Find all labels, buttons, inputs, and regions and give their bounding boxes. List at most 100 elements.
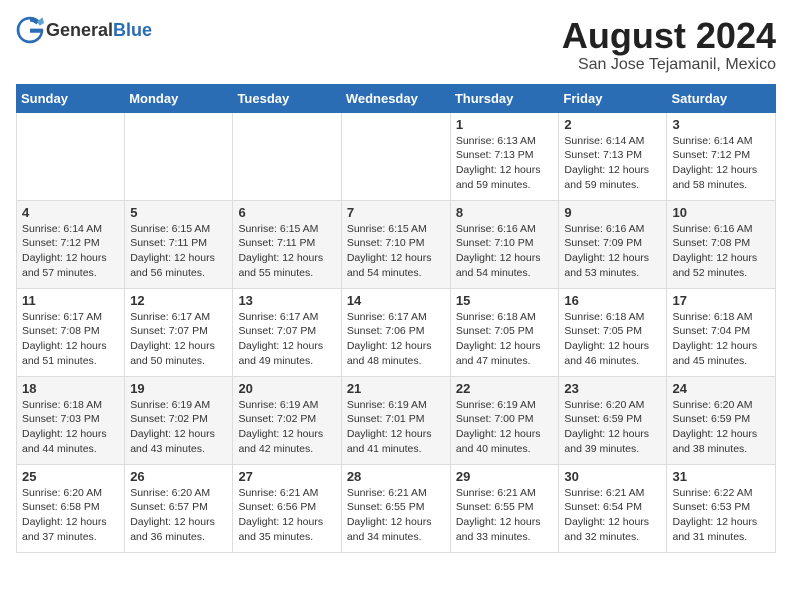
day-number: 9 — [564, 205, 661, 220]
day-info: Sunrise: 6:19 AM Sunset: 7:02 PM Dayligh… — [130, 398, 227, 457]
table-row: 1 Sunrise: 6:13 AM Sunset: 7:13 PM Daylig… — [450, 112, 559, 200]
day-info: Sunrise: 6:15 AM Sunset: 7:11 PM Dayligh… — [130, 222, 227, 281]
table-row: 11 Sunrise: 6:17 AM Sunset: 7:08 PM Dayli… — [17, 288, 125, 376]
day-info: Sunrise: 6:18 AM Sunset: 7:05 PM Dayligh… — [564, 310, 661, 369]
day-number: 15 — [456, 293, 554, 308]
table-row — [341, 112, 450, 200]
logo-blue: Blue — [113, 20, 152, 40]
day-number: 12 — [130, 293, 227, 308]
table-row: 23 Sunrise: 6:20 AM Sunset: 6:59 PM Dayli… — [559, 376, 667, 464]
table-row: 7 Sunrise: 6:15 AM Sunset: 7:10 PM Daylig… — [341, 200, 450, 288]
table-row: 22 Sunrise: 6:19 AM Sunset: 7:00 PM Dayli… — [450, 376, 559, 464]
day-number: 27 — [238, 469, 335, 484]
day-info: Sunrise: 6:13 AM Sunset: 7:13 PM Dayligh… — [456, 134, 554, 193]
day-number: 5 — [130, 205, 227, 220]
day-number: 3 — [672, 117, 770, 132]
calendar-week-row: 11 Sunrise: 6:17 AM Sunset: 7:08 PM Dayli… — [17, 288, 776, 376]
table-row: 29 Sunrise: 6:21 AM Sunset: 6:55 PM Dayli… — [450, 464, 559, 552]
day-info: Sunrise: 6:16 AM Sunset: 7:09 PM Dayligh… — [564, 222, 661, 281]
table-row — [233, 112, 341, 200]
table-row — [17, 112, 125, 200]
calendar-subtitle: San Jose Tejamanil, Mexico — [562, 56, 776, 74]
day-info: Sunrise: 6:20 AM Sunset: 6:59 PM Dayligh… — [564, 398, 661, 457]
day-number: 22 — [456, 381, 554, 396]
table-row: 31Sunrise: 6:22 AM Sunset: 6:53 PM Dayli… — [667, 464, 776, 552]
table-row: 6 Sunrise: 6:15 AM Sunset: 7:11 PM Daylig… — [233, 200, 341, 288]
table-row: 12Sunrise: 6:17 AM Sunset: 7:07 PM Dayli… — [125, 288, 233, 376]
day-number: 17 — [672, 293, 770, 308]
day-number: 28 — [347, 469, 445, 484]
table-row: 30Sunrise: 6:21 AM Sunset: 6:54 PM Dayli… — [559, 464, 667, 552]
day-info: Sunrise: 6:17 AM Sunset: 7:06 PM Dayligh… — [347, 310, 445, 369]
logo-general: General — [46, 20, 113, 40]
day-info: Sunrise: 6:16 AM Sunset: 7:10 PM Dayligh… — [456, 222, 554, 281]
day-info: Sunrise: 6:17 AM Sunset: 7:08 PM Dayligh… — [22, 310, 119, 369]
table-row: 18Sunrise: 6:18 AM Sunset: 7:03 PM Dayli… — [17, 376, 125, 464]
day-number: 31 — [672, 469, 770, 484]
header-tuesday: Tuesday — [233, 84, 341, 112]
day-info: Sunrise: 6:15 AM Sunset: 7:11 PM Dayligh… — [238, 222, 335, 281]
table-row: 20 Sunrise: 6:19 AM Sunset: 7:02 PM Dayli… — [233, 376, 341, 464]
calendar-week-row: 4Sunrise: 6:14 AM Sunset: 7:12 PM Daylig… — [17, 200, 776, 288]
calendar-table: Sunday Monday Tuesday Wednesday Thursday… — [16, 84, 776, 553]
day-info: Sunrise: 6:16 AM Sunset: 7:08 PM Dayligh… — [672, 222, 770, 281]
calendar-week-row: 25 Sunrise: 6:20 AM Sunset: 6:58 PM Dayli… — [17, 464, 776, 552]
title-block: August 2024 San Jose Tejamanil, Mexico — [562, 16, 776, 74]
day-number: 16 — [564, 293, 661, 308]
calendar-header-row: Sunday Monday Tuesday Wednesday Thursday… — [17, 84, 776, 112]
day-info: Sunrise: 6:19 AM Sunset: 7:00 PM Dayligh… — [456, 398, 554, 457]
calendar-week-row: 18Sunrise: 6:18 AM Sunset: 7:03 PM Dayli… — [17, 376, 776, 464]
table-row: 8 Sunrise: 6:16 AM Sunset: 7:10 PM Daylig… — [450, 200, 559, 288]
day-number: 10 — [672, 205, 770, 220]
table-row: 14 Sunrise: 6:17 AM Sunset: 7:06 PM Dayli… — [341, 288, 450, 376]
day-info: Sunrise: 6:18 AM Sunset: 7:04 PM Dayligh… — [672, 310, 770, 369]
table-row: 25 Sunrise: 6:20 AM Sunset: 6:58 PM Dayli… — [17, 464, 125, 552]
table-row: 19 Sunrise: 6:19 AM Sunset: 7:02 PM Dayli… — [125, 376, 233, 464]
day-info: Sunrise: 6:21 AM Sunset: 6:56 PM Dayligh… — [238, 486, 335, 545]
day-info: Sunrise: 6:14 AM Sunset: 7:12 PM Dayligh… — [672, 134, 770, 193]
day-info: Sunrise: 6:18 AM Sunset: 7:05 PM Dayligh… — [456, 310, 554, 369]
day-info: Sunrise: 6:15 AM Sunset: 7:10 PM Dayligh… — [347, 222, 445, 281]
day-info: Sunrise: 6:20 AM Sunset: 6:57 PM Dayligh… — [130, 486, 227, 545]
day-number: 7 — [347, 205, 445, 220]
header-friday: Friday — [559, 84, 667, 112]
table-row: 24 Sunrise: 6:20 AM Sunset: 6:59 PM Dayli… — [667, 376, 776, 464]
day-info: Sunrise: 6:14 AM Sunset: 7:12 PM Dayligh… — [22, 222, 119, 281]
day-info: Sunrise: 6:18 AM Sunset: 7:03 PM Dayligh… — [22, 398, 119, 457]
day-number: 19 — [130, 381, 227, 396]
day-number: 25 — [22, 469, 119, 484]
day-number: 24 — [672, 381, 770, 396]
page-header: GeneralBlue August 2024 San Jose Tejaman… — [16, 16, 776, 74]
table-row: 5 Sunrise: 6:15 AM Sunset: 7:11 PM Daylig… — [125, 200, 233, 288]
day-number: 14 — [347, 293, 445, 308]
day-info: Sunrise: 6:19 AM Sunset: 7:01 PM Dayligh… — [347, 398, 445, 457]
day-info: Sunrise: 6:19 AM Sunset: 7:02 PM Dayligh… — [238, 398, 335, 457]
day-number: 11 — [22, 293, 119, 308]
day-info: Sunrise: 6:17 AM Sunset: 7:07 PM Dayligh… — [238, 310, 335, 369]
logo-icon — [16, 16, 44, 44]
table-row: 17 Sunrise: 6:18 AM Sunset: 7:04 PM Dayli… — [667, 288, 776, 376]
logo-text: GeneralBlue — [46, 20, 152, 41]
day-info: Sunrise: 6:21 AM Sunset: 6:55 PM Dayligh… — [456, 486, 554, 545]
day-number: 6 — [238, 205, 335, 220]
day-info: Sunrise: 6:21 AM Sunset: 6:54 PM Dayligh… — [564, 486, 661, 545]
day-number: 26 — [130, 469, 227, 484]
logo: GeneralBlue — [16, 16, 152, 44]
day-number: 13 — [238, 293, 335, 308]
day-number: 29 — [456, 469, 554, 484]
table-row: 2Sunrise: 6:14 AM Sunset: 7:13 PM Daylig… — [559, 112, 667, 200]
table-row: 27 Sunrise: 6:21 AM Sunset: 6:56 PM Dayli… — [233, 464, 341, 552]
table-row: 21Sunrise: 6:19 AM Sunset: 7:01 PM Dayli… — [341, 376, 450, 464]
day-info: Sunrise: 6:20 AM Sunset: 6:58 PM Dayligh… — [22, 486, 119, 545]
day-number: 20 — [238, 381, 335, 396]
day-number: 1 — [456, 117, 554, 132]
day-number: 8 — [456, 205, 554, 220]
table-row: 10 Sunrise: 6:16 AM Sunset: 7:08 PM Dayli… — [667, 200, 776, 288]
header-monday: Monday — [125, 84, 233, 112]
header-sunday: Sunday — [17, 84, 125, 112]
day-number: 23 — [564, 381, 661, 396]
table-row: 26 Sunrise: 6:20 AM Sunset: 6:57 PM Dayli… — [125, 464, 233, 552]
header-saturday: Saturday — [667, 84, 776, 112]
day-info: Sunrise: 6:20 AM Sunset: 6:59 PM Dayligh… — [672, 398, 770, 457]
table-row: 13 Sunrise: 6:17 AM Sunset: 7:07 PM Dayli… — [233, 288, 341, 376]
